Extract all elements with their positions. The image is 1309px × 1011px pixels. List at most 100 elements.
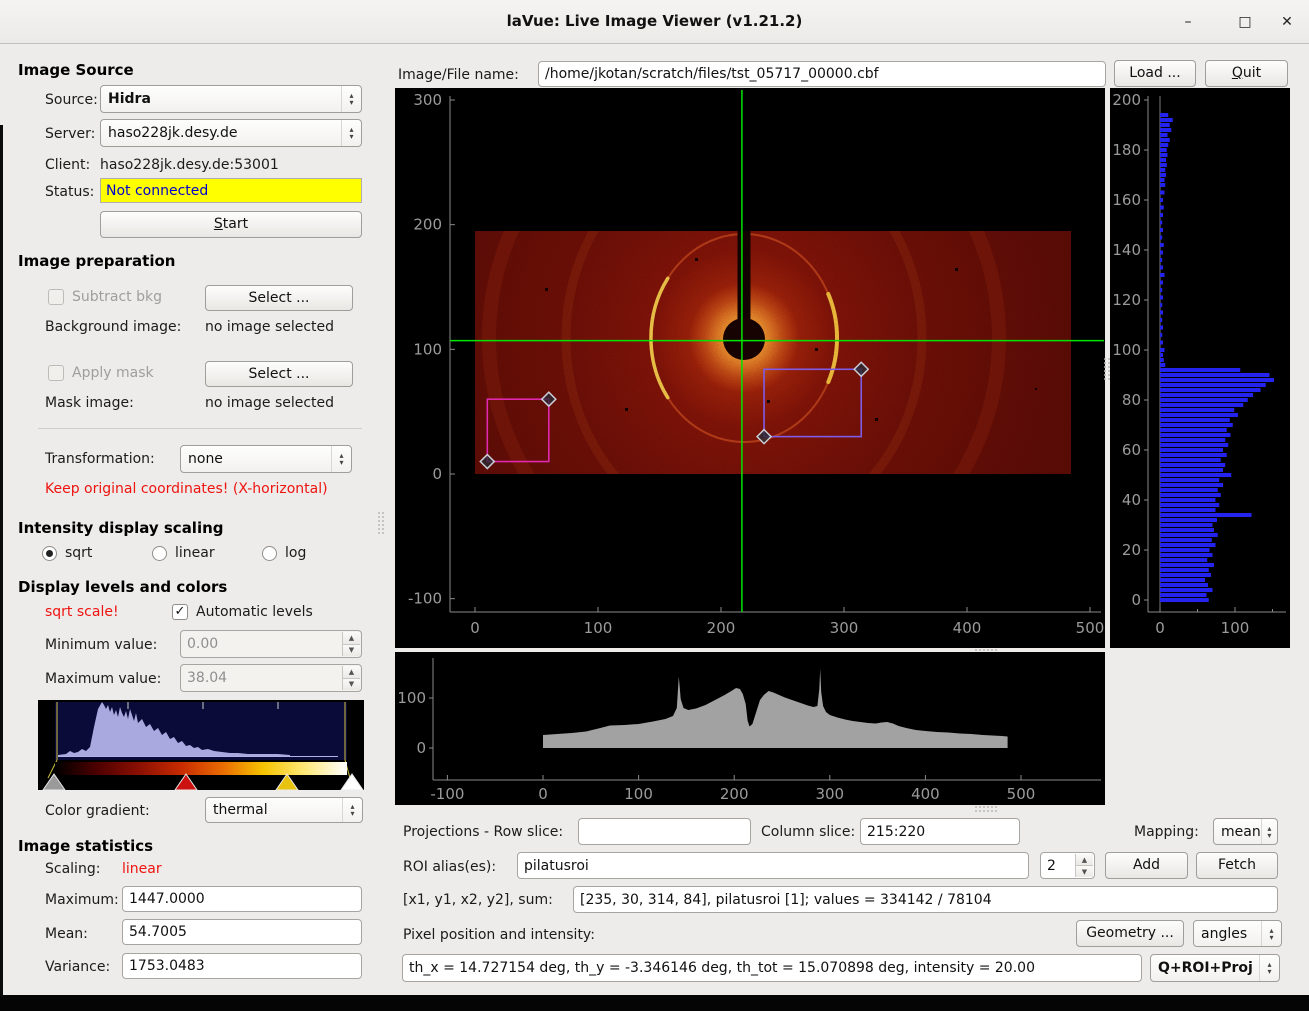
level-marker-triangle[interactable]: [341, 774, 363, 790]
svg-text:500: 500: [1007, 785, 1036, 803]
svg-text:-100: -100: [408, 590, 442, 608]
status-badge: Not connected: [100, 178, 362, 203]
source-combobox[interactable]: Hidra ▴▾: [100, 85, 362, 113]
histogram-bar: [1160, 398, 1248, 402]
window-title: laVue: Live Image Viewer (v1.21.2): [0, 12, 1309, 30]
automatic-levels-label: Automatic levels: [196, 604, 313, 620]
geometry-button[interactable]: Geometry ...: [1076, 920, 1184, 947]
histogram-bar: [1160, 393, 1253, 397]
coordinates-warning: Keep original coordinates! (X-horizontal…: [45, 481, 328, 497]
histogram-bar: [1160, 443, 1228, 447]
histogram-bar: [1160, 378, 1274, 382]
levels-histogram-widget[interactable]: [38, 700, 364, 790]
subtract-bkg-checkbox[interactable]: [48, 289, 64, 305]
beamstop: [723, 318, 765, 360]
radio-sqrt-label: sqrt: [65, 545, 92, 561]
server-label: Server:: [45, 126, 95, 142]
histogram-bar: [1160, 236, 1162, 240]
maximum-value-label: Maximum value:: [45, 671, 161, 687]
histogram-bar: [1160, 213, 1163, 217]
display-mode-combobox[interactable]: Q+ROI+Proj ▴▾: [1150, 954, 1280, 982]
pixel-info-field[interactable]: th_x = 14.727154 deg, th_y = -3.346146 d…: [402, 954, 1142, 982]
roi-alias-input[interactable]: pilatusroi: [517, 852, 1029, 879]
level-marker-triangle[interactable]: [276, 774, 298, 790]
quit-button[interactable]: Quit: [1205, 60, 1288, 87]
histogram-bar: [1160, 173, 1166, 177]
apply-mask-label: Apply mask: [72, 365, 154, 381]
histogram-bar: [1160, 118, 1173, 122]
maximum-value-spinbox[interactable]: 38.04 ▲▼: [180, 664, 362, 692]
automatic-levels-checkbox[interactable]: ✓: [172, 604, 188, 620]
histogram-bar: [1160, 258, 1162, 262]
svg-text:200: 200: [413, 216, 442, 234]
spin-arrows-icon[interactable]: ▲▼: [342, 632, 360, 656]
mapping-combobox[interactable]: mean ▴▾: [1213, 818, 1278, 845]
svg-text:300: 300: [815, 785, 844, 803]
histogram-bar: [1160, 358, 1164, 362]
minimum-value-spinbox[interactable]: 0.00 ▲▼: [180, 630, 362, 658]
transformation-combobox[interactable]: none ▴▾: [180, 445, 352, 473]
histogram-bar: [1160, 128, 1171, 132]
roi-sum-field[interactable]: [235, 30, 314, 84], pilatusroi [1]; valu…: [573, 886, 1278, 913]
histogram-bar: [1160, 408, 1234, 412]
stats-maximum-field[interactable]: 1447.0000: [122, 886, 362, 912]
level-marker-triangle[interactable]: [43, 774, 65, 790]
histogram-bar: [1160, 553, 1213, 557]
file-name-input[interactable]: /home/jkotan/scratch/files/tst_05717_000…: [538, 61, 1106, 87]
chevron-updown-icon: ▴▾: [341, 86, 361, 112]
svg-text:500: 500: [1076, 619, 1105, 637]
chevron-updown-icon: ▴▾: [1261, 819, 1277, 844]
apply-mask-checkbox[interactable]: [48, 365, 64, 381]
histogram-bar: [1160, 418, 1230, 422]
spin-arrows-icon[interactable]: ▲▼: [1075, 854, 1093, 877]
color-gradient-combobox[interactable]: thermal ▴▾: [205, 797, 363, 823]
stats-mean-field[interactable]: 54.7005: [122, 919, 362, 945]
splitter-handle[interactable]: [378, 512, 386, 536]
histogram-bar: [1160, 281, 1163, 285]
sqrt-scale-note: sqrt scale!: [45, 604, 119, 620]
histogram-bar: [1160, 518, 1217, 522]
histogram-bar: [1160, 453, 1227, 457]
svg-text:100: 100: [413, 340, 442, 358]
image-view-plot[interactable]: 3002001000-1000100200300400500: [395, 88, 1105, 648]
level-marker-triangle[interactable]: [175, 774, 197, 790]
splitter-handle[interactable]: [975, 806, 999, 814]
add-roi-button[interactable]: Add: [1105, 852, 1188, 879]
source-label: Source:: [45, 92, 98, 108]
minimize-button[interactable]: –: [1175, 10, 1201, 34]
fetch-roi-button[interactable]: Fetch: [1196, 852, 1278, 879]
row-slice-input[interactable]: [578, 818, 751, 845]
column-slice-input[interactable]: 215:220: [860, 818, 1020, 845]
histogram-bar: [1160, 178, 1165, 182]
close-button[interactable]: ✕: [1274, 10, 1300, 34]
maximize-button[interactable]: □: [1232, 10, 1258, 34]
radio-sqrt[interactable]: [42, 546, 57, 561]
row-projection-plot[interactable]: 0204060801001201401601802000100: [1110, 88, 1290, 648]
select-mask-button[interactable]: Select ...: [205, 361, 353, 387]
radio-linear[interactable]: [152, 546, 167, 561]
start-button[interactable]: Start: [100, 211, 362, 238]
spin-arrows-icon[interactable]: ▲▼: [342, 666, 360, 690]
stats-variance-field[interactable]: 1753.0483: [122, 953, 362, 979]
svg-text:-100: -100: [430, 785, 464, 803]
angles-combobox[interactable]: angles ▴▾: [1193, 920, 1282, 947]
roi-sum-label: [x1, y1, x2, y2], sum:: [403, 892, 553, 908]
histogram-bar: [1160, 113, 1168, 117]
load-button[interactable]: Load ...: [1114, 60, 1196, 87]
select-background-button[interactable]: Select ...: [205, 285, 353, 311]
section-image-statistics: Image statistics: [18, 837, 153, 855]
histogram-bar: [1160, 221, 1162, 225]
roi-count-spinbox[interactable]: 2 ▲▼: [1040, 852, 1095, 879]
svg-text:0: 0: [1155, 619, 1165, 637]
histogram-bar: [1160, 438, 1225, 442]
radio-log[interactable]: [262, 546, 277, 561]
column-projection-plot[interactable]: 1000-1000100200300400500: [395, 652, 1105, 805]
section-image-preparation: Image preparation: [18, 252, 175, 270]
server-combobox[interactable]: haso228jk.desy.de ▴▾: [100, 119, 362, 147]
svg-text:400: 400: [911, 785, 940, 803]
histogram-bar: [1160, 468, 1223, 472]
section-display-levels: Display levels and colors: [18, 578, 227, 596]
histogram-bar: [1160, 588, 1213, 592]
chevron-updown-icon: ▴▾: [342, 798, 362, 822]
histogram-bar: [1160, 183, 1165, 187]
